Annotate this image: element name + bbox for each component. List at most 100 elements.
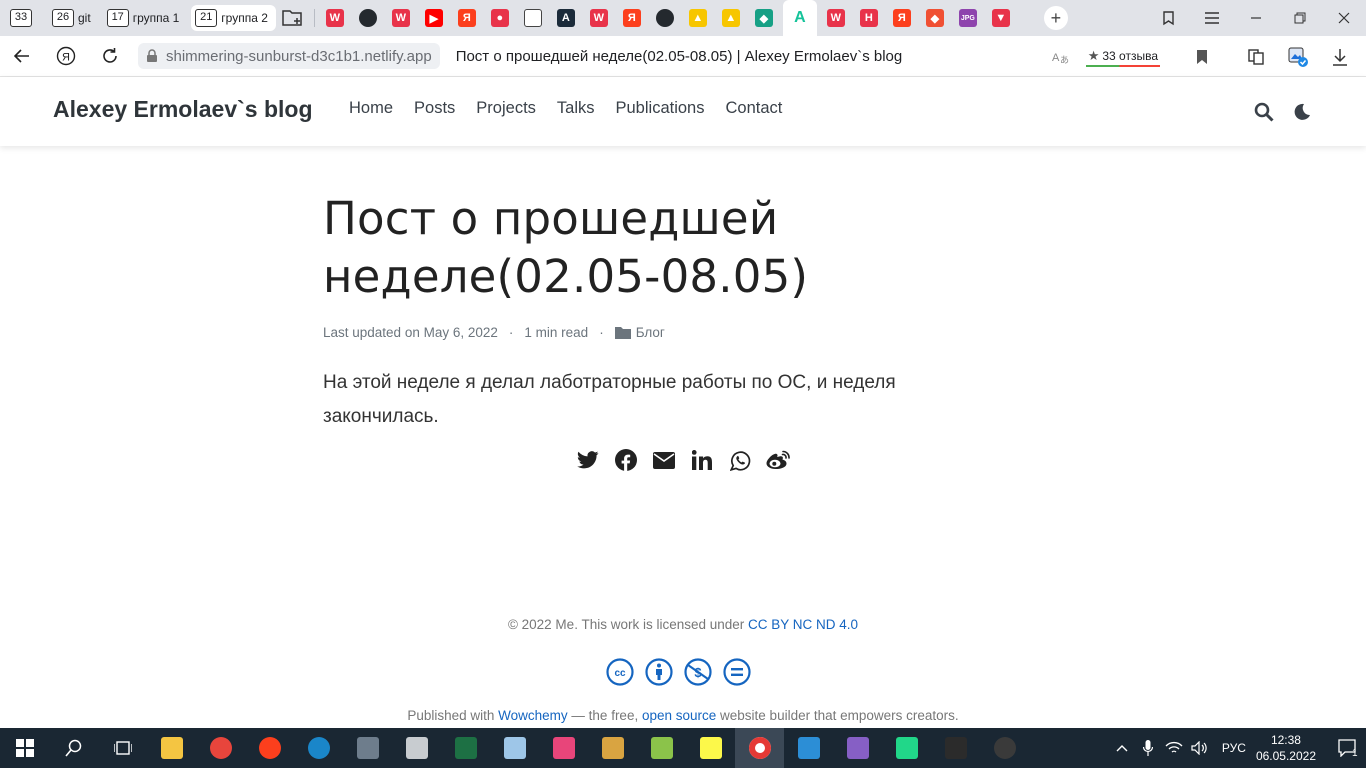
tab-tag[interactable]: ▼ [987,4,1015,32]
tab-w[interactable]: W [585,4,613,32]
close-button[interactable] [1322,0,1366,36]
tab-image[interactable]: ▲ [717,4,745,32]
share-twitter-button[interactable] [576,449,600,471]
tab-a[interactable]: A [552,4,580,32]
nav-posts[interactable]: Posts [414,99,455,118]
tab-group-1[interactable]: 17 группа 1 [103,5,188,31]
taskbar-excel-button[interactable] [441,728,490,768]
wowchemy-link[interactable]: Wowchemy [498,708,568,723]
share-facebook-button[interactable] [614,449,638,471]
nav-talks[interactable]: Talks [557,99,595,118]
tab-yandex[interactable]: Я [618,4,646,32]
tab-yandex[interactable]: Я [453,4,481,32]
taskbar-paint-drop-button[interactable] [539,728,588,768]
taskbar-clion-button[interactable] [882,728,931,768]
notification-center-button[interactable]: 1 [1330,728,1366,768]
volume-button[interactable] [1188,728,1212,768]
taskbar-yandex-browser-active-button[interactable] [735,728,784,768]
taskbar-pycharm-button[interactable] [686,728,735,768]
microphone-button[interactable] [1136,728,1160,768]
taskbar-calculator-button[interactable] [343,728,392,768]
reload-button[interactable] [88,36,132,77]
noncommercial-icon[interactable]: $ [684,658,712,686]
network-button[interactable] [1162,728,1186,768]
tab-github[interactable] [354,4,382,32]
minimize-button[interactable] [1234,0,1278,36]
tab-yandex[interactable]: Я [888,4,916,32]
taskbar-chrome-button[interactable] [196,728,245,768]
tab-diamond[interactable]: ◆ [750,4,778,32]
nav-projects[interactable]: Projects [476,99,536,118]
cc-icon[interactable]: cc [606,658,634,686]
tab-image[interactable]: ▲ [684,4,712,32]
input-language[interactable]: РУС [1222,741,1246,755]
tab-github[interactable] [651,4,679,32]
extension-button[interactable] [1280,39,1316,75]
show-hidden-icons-button[interactable] [1110,728,1134,768]
tab-document[interactable] [519,4,547,32]
search-button[interactable] [1252,100,1276,124]
taskbar-pen-tool-button[interactable] [392,728,441,768]
downloads-button[interactable] [1322,39,1358,75]
tab-git[interactable]: ◆ [921,4,949,32]
taskbar-file-explorer-button[interactable] [147,728,196,768]
back-button[interactable] [0,36,44,77]
share-whatsapp-button[interactable] [728,449,752,471]
taskbar-visual-studio-button[interactable] [833,728,882,768]
published-text: website builder that empowers creators. [716,708,959,723]
twitter-icon [577,451,599,469]
tab-h[interactable]: H [855,4,883,32]
tab-jpg[interactable]: JPG [954,4,982,32]
theme-toggle-button[interactable] [1290,100,1314,124]
bookmark-button[interactable] [1184,39,1220,75]
tab-youtube[interactable]: ▶ [420,4,448,32]
url-field[interactable]: shimmering-sunburst-d3c1b1.netlify.app [138,43,440,69]
reviews-badge[interactable]: ★ 33 отзыва [1085,44,1160,69]
tab-w[interactable]: W [822,4,850,32]
taskbar-obs-button[interactable] [980,728,1029,768]
image-icon: ▲ [688,9,707,27]
taskbar-notepadpp-button[interactable] [637,728,686,768]
attribution-icon[interactable] [645,658,673,686]
tab-group-2[interactable]: 21 группа 2 [191,5,276,31]
open-source-link[interactable]: open source [642,708,716,723]
yandex-button[interactable]: Я [44,36,88,77]
share-linkedin-button[interactable] [690,449,714,471]
moon-icon [1294,103,1310,120]
tab-netlify[interactable]: A [782,0,817,36]
share-weibo-button[interactable] [766,449,790,471]
taskbar-terminal-button[interactable] [931,728,980,768]
task-view-button[interactable] [98,728,147,768]
share-email-button[interactable] [652,449,676,471]
taskbar-paint-button[interactable] [588,728,637,768]
site-brand[interactable]: Alexey Ermolaev`s blog [53,96,313,123]
taskbar-yandex-browser-button[interactable] [245,728,294,768]
nav-publications[interactable]: Publications [616,99,705,118]
category-link[interactable]: Блог [636,325,665,340]
pycharm-icon [699,737,722,759]
tab-pin[interactable]: ● [486,4,514,32]
new-tab-group-button[interactable] [278,5,308,31]
collections-icon [1248,48,1264,65]
taskbar-search-button[interactable] [49,728,98,768]
start-button[interactable] [0,728,49,768]
clock[interactable]: 12:38 06.05.2022 [1256,732,1316,764]
tab-group-git[interactable]: 26 git [48,5,99,31]
translate-button[interactable]: Aあ [1042,39,1078,75]
tab-w[interactable]: W [387,4,415,32]
new-tab-button[interactable]: + [1043,6,1068,30]
license-link[interactable]: CC BY NC ND 4.0 [748,617,858,632]
tab-w[interactable]: W [321,4,349,32]
svg-text:A: A [1052,52,1060,64]
tab-group-0[interactable]: 33 [6,5,44,31]
taskbar-edge-button[interactable] [294,728,343,768]
tabs-panel-button[interactable] [1146,0,1190,36]
nav-contact[interactable]: Contact [725,99,782,118]
collections-button[interactable] [1238,39,1274,75]
nav-home[interactable]: Home [349,99,393,118]
menu-button[interactable] [1190,0,1234,36]
taskbar-notes-button[interactable] [490,728,539,768]
taskbar-vscode-button[interactable] [784,728,833,768]
noderivatives-icon[interactable] [723,658,751,686]
restore-button[interactable] [1278,0,1322,36]
